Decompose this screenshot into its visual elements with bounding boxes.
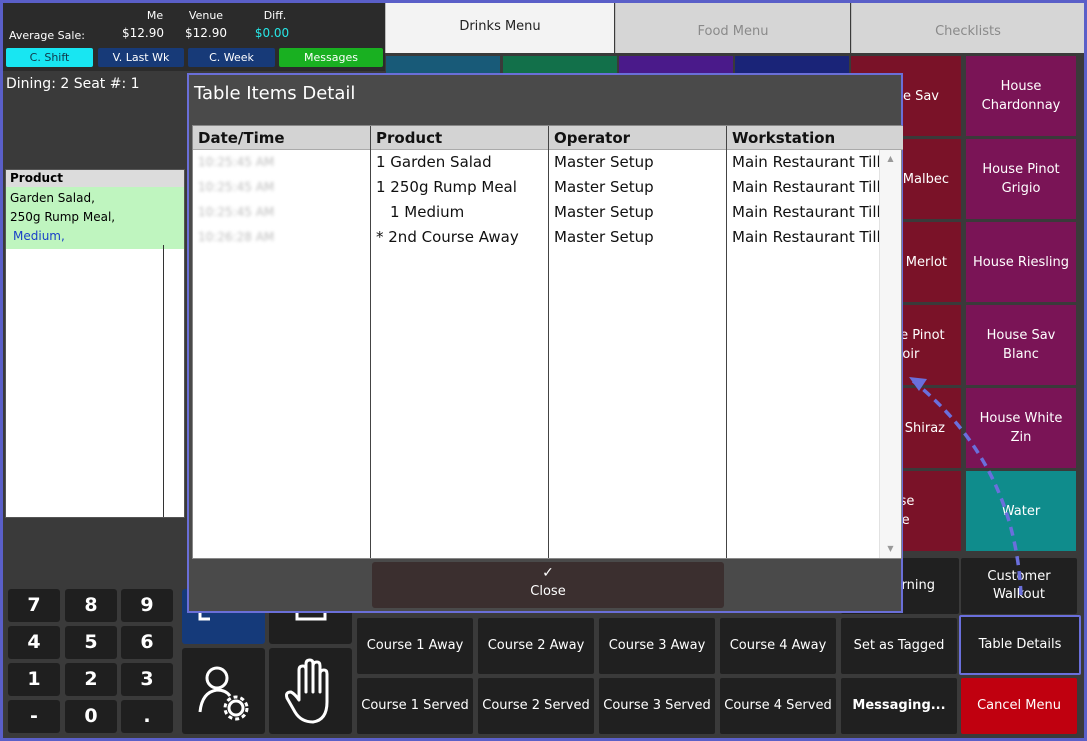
table-items-detail-dialog: Table Items Detail Date/Time 10:25:45 AM…: [187, 73, 903, 613]
cell-time: 10:26:28 AM: [198, 230, 275, 244]
user-settings-button[interactable]: [182, 648, 265, 734]
keypad-2[interactable]: 2: [65, 663, 117, 696]
tab-checklists[interactable]: Checklists: [851, 3, 1084, 53]
stat-header-venue: Venue: [188, 9, 224, 22]
course-4-away-button[interactable]: Course 4 Away: [720, 618, 836, 674]
cell-operator: Master Setup: [554, 178, 654, 196]
table-details-button[interactable]: Table Details: [959, 615, 1081, 675]
keypad-8[interactable]: 8: [65, 589, 117, 622]
average-sale-venue: $12.90: [185, 26, 227, 40]
course-4-served-button[interactable]: Course 4 Served: [720, 678, 836, 734]
order-line: 250g Rump Meal,: [10, 210, 116, 224]
keypad-0[interactable]: 0: [65, 700, 117, 733]
stat-header-diff: Diff.: [263, 9, 287, 22]
tile-house-chardonnay[interactable]: House Chardonnay: [966, 56, 1076, 136]
column-header: Workstation: [727, 126, 903, 150]
keypad-9[interactable]: 9: [121, 589, 173, 622]
annotation-arrow-icon: [909, 377, 1023, 596]
keypad-4[interactable]: 4: [8, 626, 60, 659]
column-operator: Operator Master Setup Master Setup Maste…: [549, 126, 727, 558]
cell-operator: Master Setup: [554, 203, 654, 221]
keypad-decimal[interactable]: .: [121, 700, 173, 733]
messages-button[interactable]: Messages: [279, 48, 383, 67]
keypad-5[interactable]: 5: [65, 626, 117, 659]
course-3-served-button[interactable]: Course 3 Served: [599, 678, 715, 734]
tile-label: House Chardonnay: [981, 79, 1061, 113]
items-detail-grid[interactable]: Date/Time 10:25:45 AM 10:25:45 AM 10:25:…: [192, 125, 903, 559]
cell-time: 10:25:45 AM: [198, 155, 275, 169]
keypad-6[interactable]: 6: [121, 626, 173, 659]
cell-product: 1 Garden Salad: [376, 153, 492, 171]
tile-label: House Riesling: [972, 254, 1069, 270]
dining-seat-info: Dining: 2 Seat #: 1: [6, 76, 140, 92]
cell-workstation: Main Restaurant Till 1: [732, 203, 879, 221]
check-icon: ✓: [542, 565, 554, 581]
keypad-7[interactable]: 7: [8, 589, 60, 622]
keypad-minus[interactable]: -: [8, 700, 60, 733]
keypad-1[interactable]: 1: [8, 663, 60, 696]
course-2-away-button[interactable]: Course 2 Away: [478, 618, 594, 674]
average-sale-me: $12.90: [122, 26, 164, 40]
cell-product: 1 Medium: [390, 203, 465, 221]
order-line-modifier: Medium,: [13, 229, 65, 243]
tab-food-menu[interactable]: Food Menu: [615, 3, 850, 53]
cell-operator: Master Setup: [554, 228, 654, 246]
column-header: Product: [371, 126, 548, 150]
sales-stats-panel: Me Venue Diff. Average Sale: $12.90 $12.…: [3, 3, 385, 71]
scroll-up-icon[interactable]: ▲: [880, 152, 901, 166]
set-as-tagged-button[interactable]: Set as Tagged: [841, 618, 957, 674]
hold-button[interactable]: [269, 648, 352, 734]
cell-workstation: Main Restaurant Till 1: [732, 228, 879, 246]
order-list[interactable]: Product Garden Salad, 250g Rump Meal, Me…: [5, 169, 185, 518]
course-1-served-button[interactable]: Course 1 Served: [357, 678, 473, 734]
column-date-time: Date/Time 10:25:45 AM 10:25:45 AM 10:25:…: [193, 126, 371, 558]
tab-drinks-menu[interactable]: Drinks Menu: [385, 3, 614, 53]
tile-label: House Sav Blanc: [986, 328, 1056, 362]
column-header: Date/Time: [193, 126, 370, 150]
cell-workstation: Main Restaurant Till 1: [732, 178, 879, 196]
column-workstation: Workstation Main Restaurant Till 1 Main …: [727, 126, 903, 558]
cell-time: 10:25:45 AM: [198, 180, 275, 194]
column-header: Operator: [549, 126, 726, 150]
c-week-button[interactable]: C. Week: [188, 48, 275, 67]
cell-product: 1 250g Rump Meal: [376, 178, 517, 196]
scroll-down-icon[interactable]: ▼: [880, 542, 901, 556]
course-1-away-button[interactable]: Course 1 Away: [357, 618, 473, 674]
cell-workstation: Main Restaurant Till 1: [732, 153, 879, 171]
order-line: Garden Salad,: [10, 191, 95, 205]
average-sale-diff: $0.00: [254, 26, 290, 40]
column-product: Product 1 Garden Salad 1 250g Rump Meal …: [371, 126, 549, 558]
user-gear-icon: [198, 666, 249, 721]
tile-house-pinot-grigio[interactable]: House Pinot Grigio: [966, 139, 1076, 219]
v-last-week-button[interactable]: V. Last Wk: [98, 48, 184, 67]
order-selected-item[interactable]: Garden Salad, 250g Rump Meal, Medium,: [6, 187, 184, 249]
pos-screen: Me Venue Diff. Average Sale: $12.90 $12.…: [3, 3, 1084, 738]
tile-house-riesling[interactable]: House Riesling: [966, 222, 1076, 302]
course-2-served-button[interactable]: Course 2 Served: [478, 678, 594, 734]
tile-label: House Pinot Grigio: [982, 162, 1060, 196]
dialog-title: Table Items Detail: [194, 83, 356, 104]
c-shift-button[interactable]: C. Shift: [6, 48, 93, 67]
order-column-header: Product: [6, 170, 184, 187]
vertical-scrollbar[interactable]: ▲ ▼: [879, 150, 901, 558]
keypad-3[interactable]: 3: [121, 663, 173, 696]
cell-product: * 2nd Course Away: [376, 228, 519, 246]
hand-stop-icon: [285, 658, 329, 724]
course-3-away-button[interactable]: Course 3 Away: [599, 618, 715, 674]
average-sale-label: Average Sale:: [9, 29, 85, 42]
cancel-menu-button[interactable]: Cancel Menu: [961, 678, 1077, 734]
cell-operator: Master Setup: [554, 153, 654, 171]
messaging-button[interactable]: Messaging...: [841, 678, 957, 734]
column-divider: [163, 245, 164, 517]
close-label: Close: [530, 584, 566, 599]
close-button[interactable]: ✓ Close: [372, 562, 724, 608]
cell-time: 10:25:45 AM: [198, 205, 275, 219]
